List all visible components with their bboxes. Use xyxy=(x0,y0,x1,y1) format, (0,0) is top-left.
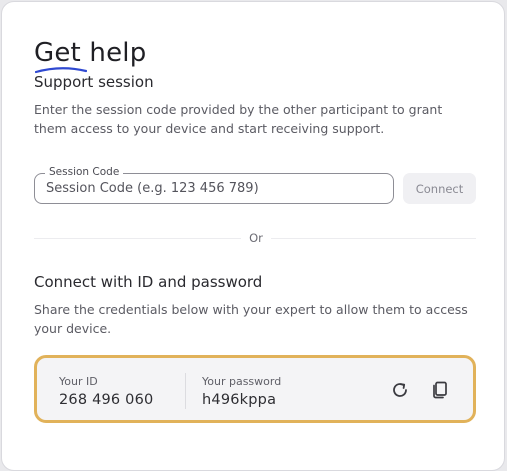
credentials-box: Your ID 268 496 060 Your password h496kp… xyxy=(34,355,476,423)
credentials-separator xyxy=(185,373,186,409)
divider-or-label: Or xyxy=(241,230,271,246)
refresh-password-button[interactable] xyxy=(389,379,411,401)
your-id-label: Your ID xyxy=(59,375,98,388)
your-id-value: 268 496 060 xyxy=(59,392,154,408)
connect-button[interactable]: Connect xyxy=(403,173,476,204)
title-block: Get help xyxy=(34,35,146,75)
your-password-value: h496kppa xyxy=(202,392,277,408)
copy-credentials-button[interactable] xyxy=(429,379,451,401)
session-description: Enter the session code provided by the o… xyxy=(34,102,443,136)
copy-icon xyxy=(433,381,447,399)
support-card: Get help Support session Enter the sessi… xyxy=(1,1,505,471)
session-code-field[interactable]: Session Code xyxy=(34,165,394,204)
section-title-id-password: Connect with ID and password xyxy=(34,273,263,291)
refresh-icon xyxy=(393,383,407,397)
your-password-label: Your password xyxy=(202,375,282,388)
session-code-input[interactable] xyxy=(35,174,393,203)
credentials-description: Share the credentials below with your ex… xyxy=(34,302,468,336)
section-title-support-session: Support session xyxy=(34,73,154,91)
